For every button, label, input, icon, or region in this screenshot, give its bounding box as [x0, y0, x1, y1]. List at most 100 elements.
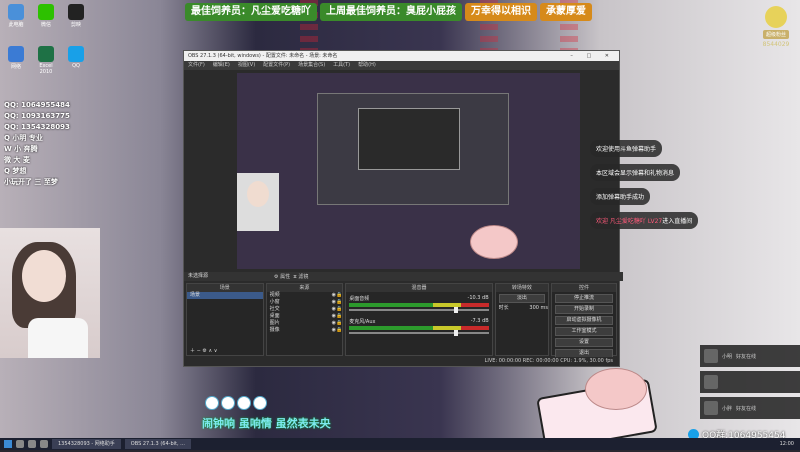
sources-dock: 来源 视频 ◉ 🔒 小窗 ◉ 🔒 社交 ◉ 🔒 桌面 ◉ 🔒 图片 ◉ 🔒 摄像 ◉ 🔒 — [265, 283, 344, 356]
capcut-icon — [68, 4, 84, 20]
webcam-collar — [28, 318, 88, 358]
taskbar-task[interactable]: 1354328093 - 网络助手 — [52, 439, 121, 449]
network-icon — [8, 46, 24, 62]
task-view-icon[interactable] — [28, 440, 36, 448]
menu-profile[interactable]: 配置文件(P) — [263, 61, 290, 70]
desktop-icon-wechat[interactable]: 微信 — [34, 4, 58, 28]
desktop-icon-network[interactable]: 网络 — [4, 46, 28, 70]
obs-window[interactable]: OBS 27.1.3 (64-bit, windows) - 配置文件: 未命名… — [183, 50, 623, 367]
chat-message: 欢迎 凡尘爱吃糖吖 LV27进入直播间 — [590, 212, 699, 229]
filters-button[interactable]: 滤镜 — [298, 274, 308, 280]
chat-message: 欢迎使用斗鱼弹幕助手 — [590, 140, 663, 157]
source-item[interactable]: 桌面 ◉ 🔒 — [267, 313, 343, 320]
pig-sticker-large — [585, 368, 647, 410]
desktop-icon-this-pc[interactable]: 此电脑 — [4, 4, 28, 28]
obs-docks: 场景 场景 ＋ − ⚙ ∧ ∨ 来源 视频 ◉ 🔒 小窗 ◉ 🔒 社交 ◉ 🔒 桌面 ◉ 🔒 图… — [184, 283, 619, 358]
banner-item: 上周最佳饲养员：臭屁小屁孩 — [320, 3, 462, 21]
bubble — [221, 396, 235, 410]
studio-mode-button[interactable]: 工作室模式 — [555, 327, 614, 336]
start-recording-button[interactable]: 开始录制 — [555, 305, 614, 314]
volume-slider-handle[interactable] — [454, 307, 458, 313]
chat-highlight: 欢迎 凡尘爱吃糖吖 LV27 — [596, 218, 663, 225]
qq-line: 微 大 麦 — [4, 156, 30, 164]
scene-item[interactable]: 场景 — [187, 292, 263, 299]
lock-icon[interactable]: 🔒 — [336, 320, 342, 327]
webcam-face — [22, 250, 66, 302]
menu-edit[interactable]: 编辑(E) — [213, 61, 230, 70]
volume-slider[interactable] — [349, 307, 489, 313]
computer-icon — [8, 4, 24, 20]
qq-line: W 小 奔腾 — [4, 145, 38, 153]
controls-dock-title: 控件 — [552, 284, 617, 292]
menu-help[interactable]: 帮助(H) — [358, 61, 376, 70]
source-item[interactable]: 小窗 ◉ 🔒 — [267, 299, 343, 306]
desktop-icon-capcut[interactable]: 剪映 — [64, 4, 88, 28]
transitions-dock-title: 转场特效 — [495, 284, 549, 292]
menu-view[interactable]: 视图(V) — [238, 61, 255, 70]
source-item[interactable]: 图片 ◉ 🔒 — [267, 320, 343, 327]
search-icon[interactable] — [16, 440, 24, 448]
obs-statusbar: LIVE: 00:00:00 REC: 00:00:00 CPU: 1.9%, … — [184, 357, 619, 366]
mixer-channel-db: -10.3 dB — [467, 295, 489, 301]
message-sender: 小胖 — [722, 405, 733, 412]
duration-label: 时长 — [498, 305, 509, 311]
lock-icon[interactable]: 🔒 — [336, 327, 342, 334]
desktop-icon-qq[interactable]: QQ — [64, 46, 88, 69]
volume-meter — [349, 326, 489, 330]
no-source-selected: 未选择源 — [188, 273, 209, 279]
banner-item: 最佳饲养员：凡尘爱吃糖吖 — [185, 3, 317, 21]
webcam-feed — [0, 228, 100, 358]
bubble — [237, 396, 251, 410]
taskbar-task[interactable]: OBS 27.1.3 (64-bit, ... — [124, 439, 191, 449]
desktop-icon-excel[interactable]: Excel 2010 — [34, 46, 58, 75]
obs-preview[interactable] — [237, 73, 580, 269]
fan-tag: 超级粉丝 — [762, 30, 789, 39]
volume-slider[interactable] — [349, 330, 489, 336]
source-item[interactable]: 摄像 ◉ 🔒 — [267, 327, 343, 334]
scene-dock-controls[interactable]: ＋ − ⚙ ∧ ∨ — [187, 348, 217, 355]
obs-titlebar[interactable]: OBS 27.1.3 (64-bit, windows) - 配置文件: 未命名… — [184, 51, 619, 61]
source-item[interactable]: 视频 ◉ 🔒 — [267, 292, 343, 299]
qq-message[interactable]: 小明 好友在线 — [700, 345, 800, 367]
mixer-channel-db: -7.3 dB — [470, 318, 489, 324]
volume-meter — [349, 303, 489, 307]
properties-button[interactable]: 属性 — [280, 274, 290, 280]
avatar — [704, 349, 718, 363]
banner-item: 万幸得以相识 — [465, 3, 537, 21]
browser-icon[interactable] — [40, 440, 48, 448]
duration-row: 时长 300 ms — [496, 305, 548, 312]
duration-input[interactable]: 300 ms — [529, 305, 548, 312]
mixer-channel: 桌面音频 -10.3 dB — [349, 295, 489, 315]
banner-item: 承蒙厚爱 — [540, 3, 592, 21]
bubble — [205, 396, 219, 410]
lock-icon[interactable]: 🔒 — [336, 313, 342, 320]
volume-slider-handle[interactable] — [454, 330, 458, 336]
qq-message[interactable]: 小胖 好友在线 — [700, 397, 800, 419]
qq-message-panel: 小明 好友在线 小胖 好友在线 — [700, 345, 800, 423]
message-text: 好友在线 — [736, 353, 757, 360]
window-controls[interactable]: – □ ✕ — [570, 51, 619, 61]
transitions-dock: 转场特效 淡出 时长 300 ms — [494, 283, 550, 356]
mixer-channel-name: 桌面音频 — [349, 296, 370, 302]
pig-sticker — [470, 225, 518, 259]
menu-tools[interactable]: 工具(T) — [333, 61, 350, 70]
windows-start-icon[interactable] — [4, 440, 12, 448]
menu-file[interactable]: 文件(F) — [188, 61, 205, 70]
lock-icon[interactable]: 🔒 — [336, 292, 342, 299]
virtual-camera-button[interactable]: 启动虚拟摄像机 — [555, 316, 614, 325]
menu-scene-collection[interactable]: 场景集合(S) — [298, 61, 325, 70]
nested-preview-inner — [358, 108, 460, 170]
source-item[interactable]: 社交 ◉ 🔒 — [267, 306, 343, 313]
qq-message[interactable] — [700, 371, 800, 393]
preview-face — [247, 181, 269, 207]
mixer-dock-title: 混音器 — [346, 284, 492, 292]
lock-icon[interactable]: 🔒 — [336, 299, 342, 306]
settings-button[interactable]: 设置 — [555, 338, 614, 347]
preview-webcam — [237, 173, 279, 231]
transition-select[interactable]: 淡出 — [498, 294, 546, 303]
lock-icon[interactable]: 🔒 — [336, 306, 342, 313]
bubble — [253, 396, 267, 410]
stop-streaming-button[interactable]: 停止推流 — [555, 294, 614, 303]
lyric-bubbles — [205, 396, 267, 410]
windows-taskbar: 1354328093 - 网络助手 OBS 27.1.3 (64-bit, ..… — [0, 438, 800, 450]
